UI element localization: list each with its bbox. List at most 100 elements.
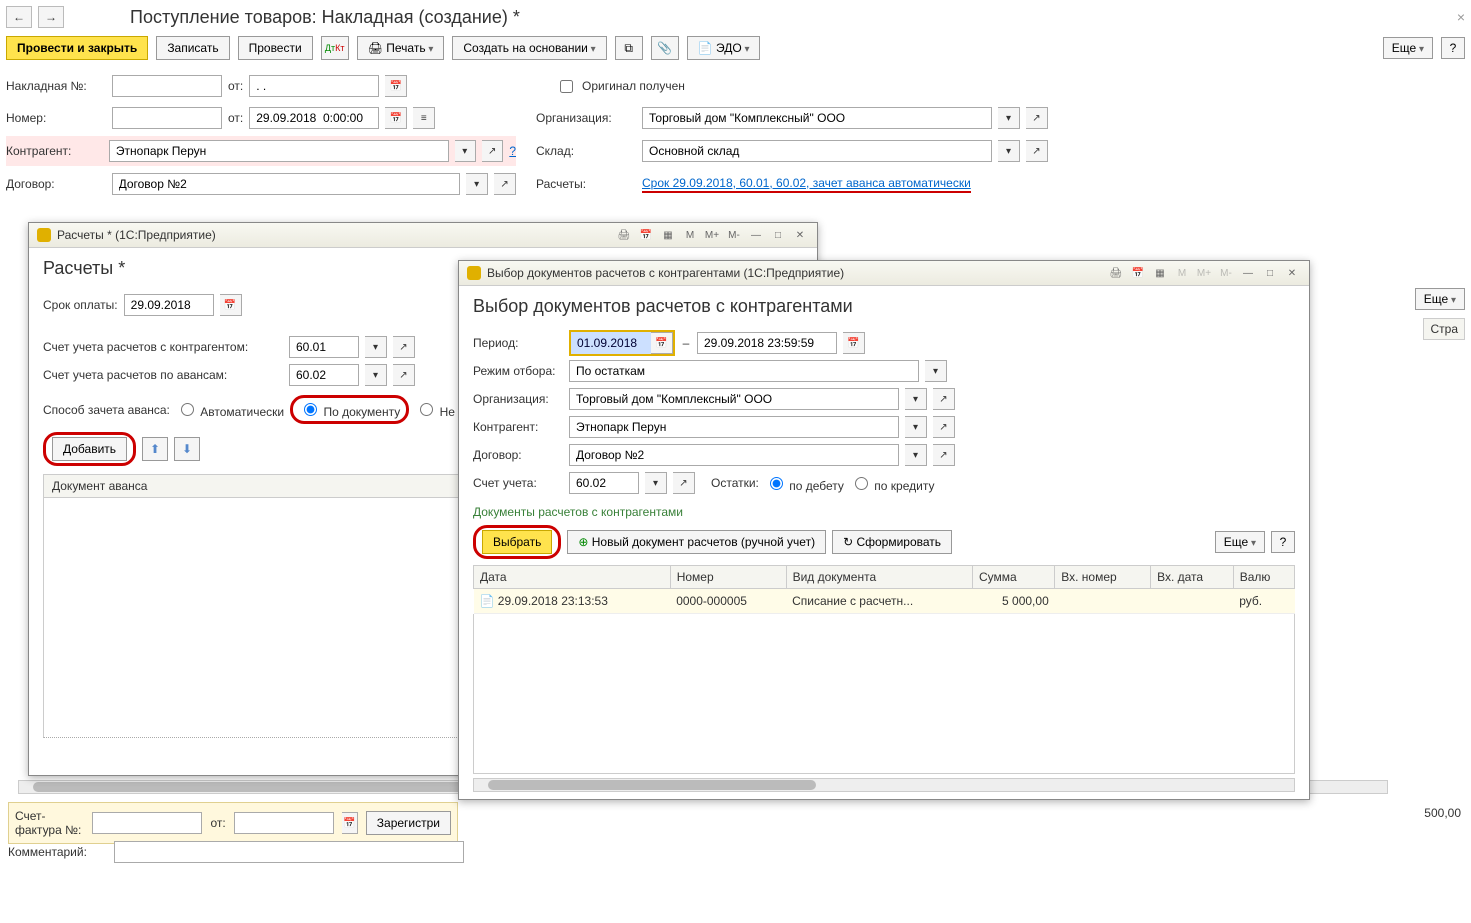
open-icon-2[interactable]: ↗ [482, 140, 503, 162]
calendar-icon[interactable]: 📅 [385, 75, 407, 97]
open-icon-11[interactable]: ↗ [673, 472, 695, 494]
dropdown-icon-6[interactable]: ▾ [365, 364, 387, 386]
original-checkbox[interactable] [560, 80, 573, 93]
list-icon[interactable]: ≡ [413, 107, 435, 129]
payment-due-field[interactable] [124, 294, 214, 316]
calendar-icon-6[interactable]: 📅 [843, 332, 865, 354]
dropdown-icon-5[interactable]: ▾ [365, 336, 387, 358]
invoice-bar-no[interactable] [92, 812, 202, 834]
scrollbar-m2[interactable] [473, 778, 1295, 792]
col-extdate[interactable]: Вх. дата [1151, 566, 1234, 589]
acc-counter-field[interactable] [289, 336, 359, 358]
calendar-icon-4[interactable]: 📅 [220, 294, 242, 316]
more-button-right[interactable]: Еще [1415, 288, 1465, 310]
move-down-button[interactable]: ⬇ [174, 437, 200, 461]
register-button[interactable]: Зарегистри [366, 811, 451, 835]
contract-field[interactable] [112, 173, 461, 195]
radio-credit-wrap[interactable]: по кредиту [850, 474, 935, 493]
more-button[interactable]: Еще [1383, 37, 1433, 59]
col-currency[interactable]: Валю [1233, 566, 1294, 589]
calc-icon[interactable]: 📅 [637, 227, 655, 243]
copy-icon[interactable]: ⧉ [615, 36, 643, 60]
open-icon-5[interactable]: ↗ [393, 336, 415, 358]
radio-debit-wrap[interactable]: по дебету [765, 474, 844, 493]
refresh-button[interactable]: ↻ Сформировать [832, 530, 952, 554]
dropdown-icon-4[interactable]: ▾ [466, 173, 488, 195]
warehouse-field[interactable] [642, 140, 992, 162]
dropdown-icon-7[interactable]: ▾ [925, 360, 947, 382]
table-empty-area[interactable] [473, 614, 1295, 774]
open-icon-9[interactable]: ↗ [933, 416, 955, 438]
print-button[interactable]: 🖨 Печать [357, 36, 445, 60]
open-icon-10[interactable]: ↗ [933, 444, 955, 466]
calendar-icon-5[interactable]: 📅 [651, 332, 673, 354]
col-extno[interactable]: Вх. номер [1055, 566, 1151, 589]
back-button[interactable]: ← [6, 6, 32, 28]
minimize-icon[interactable]: — [747, 227, 765, 243]
acc-advance-field[interactable] [289, 364, 359, 386]
comment-field[interactable] [114, 841, 464, 863]
open-icon-6[interactable]: ↗ [393, 364, 415, 386]
dropdown-icon-2[interactable]: ▾ [455, 140, 476, 162]
debit-credit-icon[interactable]: ДтКт [321, 36, 349, 60]
add-button[interactable]: Добавить [52, 437, 127, 461]
number-date-field[interactable] [249, 107, 379, 129]
close-icon[interactable]: × [1457, 9, 1465, 25]
help-button-m2[interactable]: ? [1271, 531, 1295, 553]
dropdown-icon-11[interactable]: ▾ [645, 472, 667, 494]
dropdown-icon-3[interactable]: ▾ [998, 140, 1020, 162]
post-close-button[interactable]: Провести и закрыть [6, 36, 148, 60]
open-icon-4[interactable]: ↗ [494, 173, 516, 195]
period-to-field[interactable] [697, 332, 837, 354]
calendar-icon-3[interactable]: 📅 [342, 812, 358, 834]
select-button[interactable]: Выбрать [482, 530, 552, 554]
org-field-2[interactable] [569, 388, 899, 410]
settlements-link[interactable]: Срок 29.09.2018, 60.01, 60.02, зачет ава… [642, 176, 971, 193]
col-date[interactable]: Дата [474, 566, 671, 589]
counterparty-field[interactable] [109, 140, 449, 162]
col-number[interactable]: Номер [670, 566, 786, 589]
maximize-icon[interactable]: □ [769, 227, 787, 243]
mode-field[interactable] [569, 360, 919, 382]
org-field[interactable] [642, 107, 992, 129]
grid-icon-2[interactable]: ▦ [1151, 265, 1169, 281]
number-field[interactable] [112, 107, 222, 129]
radio-bydoc-wrap[interactable]: По документу [299, 405, 400, 419]
open-icon-8[interactable]: ↗ [933, 388, 955, 410]
dropdown-icon-10[interactable]: ▾ [905, 444, 927, 466]
mplus-icon[interactable]: M+ [703, 227, 721, 243]
create-based-button[interactable]: Создать на основании [452, 36, 606, 60]
save-button[interactable]: Записать [156, 36, 229, 60]
open-icon-3[interactable]: ↗ [1026, 140, 1048, 162]
close-icon-m1[interactable]: ✕ [791, 227, 809, 243]
minimize-icon-2[interactable]: — [1239, 265, 1257, 281]
counterparty-help-link[interactable]: ? [509, 144, 516, 158]
col-doctype[interactable]: Вид документа [786, 566, 972, 589]
invoice-no-field[interactable] [112, 75, 222, 97]
m-icon[interactable]: M [681, 227, 699, 243]
invoice-bar-date[interactable] [234, 812, 334, 834]
maximize-icon-2[interactable]: □ [1261, 265, 1279, 281]
dropdown-icon-8[interactable]: ▾ [905, 388, 927, 410]
counter-field-2[interactable] [569, 416, 899, 438]
more-button-m2[interactable]: Еще [1215, 531, 1265, 553]
grid-icon[interactable]: ▦ [659, 227, 677, 243]
period-from-field[interactable] [571, 332, 651, 354]
dropdown-icon[interactable]: ▾ [998, 107, 1020, 129]
post-button[interactable]: Провести [238, 36, 313, 60]
table-row[interactable]: 📄 29.09.2018 23:13:53 0000-000005 Списан… [474, 589, 1295, 614]
dropdown-icon-9[interactable]: ▾ [905, 416, 927, 438]
contract-field-2[interactable] [569, 444, 899, 466]
help-button[interactable]: ? [1441, 37, 1465, 59]
print-icon-2[interactable]: 🖨 [1107, 265, 1125, 281]
attach-icon[interactable]: 📎 [651, 36, 679, 60]
radio-auto-wrap[interactable]: Автоматически [176, 400, 284, 419]
new-doc-button[interactable]: ⊕ Новый документ расчетов (ручной учет) [567, 530, 826, 554]
forward-button[interactable]: → [38, 6, 64, 28]
acc-field-2[interactable] [569, 472, 639, 494]
calendar-icon-2[interactable]: 📅 [385, 107, 407, 129]
move-up-button[interactable]: ⬆ [142, 437, 168, 461]
calc-icon-2[interactable]: 📅 [1129, 265, 1147, 281]
print-icon[interactable]: 🖨 [615, 227, 633, 243]
edo-button[interactable]: 📄 ЭДО [687, 36, 761, 60]
